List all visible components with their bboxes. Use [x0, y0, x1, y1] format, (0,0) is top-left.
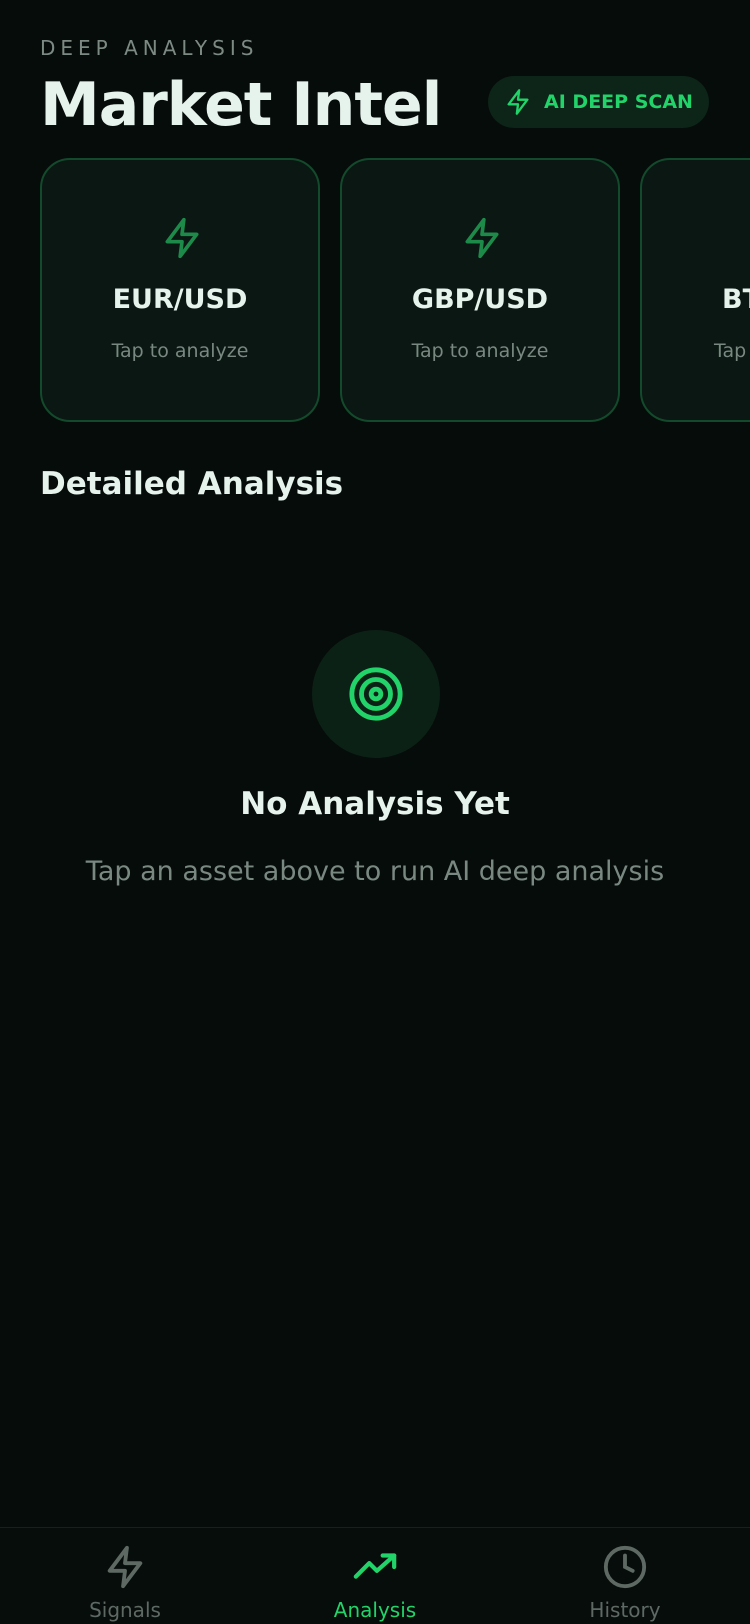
tab-history[interactable]: History [500, 1528, 750, 1624]
empty-state-title: No Analysis Yet [240, 786, 510, 822]
bolt-icon [165, 217, 199, 259]
tab-analysis[interactable]: Analysis [250, 1528, 500, 1624]
asset-card-bt[interactable]: BT Tap [640, 158, 750, 422]
ai-deep-scan-button[interactable]: AI DEEP SCAN [488, 76, 709, 128]
clock-icon [603, 1545, 647, 1589]
asset-carousel[interactable]: EUR/USD Tap to analyze GBP/USD Tap to an… [40, 158, 750, 422]
tab-label: History [589, 1598, 661, 1622]
asset-card-gbp-usd[interactable]: GBP/USD Tap to analyze [340, 158, 620, 422]
tab-label: Signals [89, 1598, 161, 1622]
empty-state-badge [312, 630, 440, 758]
target-icon [349, 667, 403, 721]
asset-hint: Tap to analyze [111, 340, 249, 362]
trending-up-icon [353, 1553, 397, 1579]
asset-hint: Tap to analyze [411, 340, 549, 362]
page-eyebrow: DEEP ANALYSIS [40, 36, 259, 60]
ai-deep-scan-label: AI DEEP SCAN [544, 91, 693, 113]
empty-state-subtitle: Tap an asset above to run AI deep analys… [85, 856, 665, 887]
bolt-icon [507, 89, 529, 115]
asset-symbol: BT [722, 284, 750, 315]
asset-symbol: GBP/USD [411, 284, 549, 315]
section-title: Detailed Analysis [40, 466, 344, 502]
page-title: Market Intel [40, 70, 442, 140]
bottom-tab-bar: Signals Analysis History [0, 1527, 750, 1624]
bolt-icon [465, 217, 499, 259]
tab-signals[interactable]: Signals [0, 1528, 250, 1624]
asset-card-eur-usd[interactable]: EUR/USD Tap to analyze [40, 158, 320, 422]
tab-label: Analysis [333, 1598, 417, 1622]
asset-hint: Tap [714, 340, 747, 362]
bolt-icon [107, 1545, 143, 1589]
asset-symbol: EUR/USD [112, 284, 248, 315]
